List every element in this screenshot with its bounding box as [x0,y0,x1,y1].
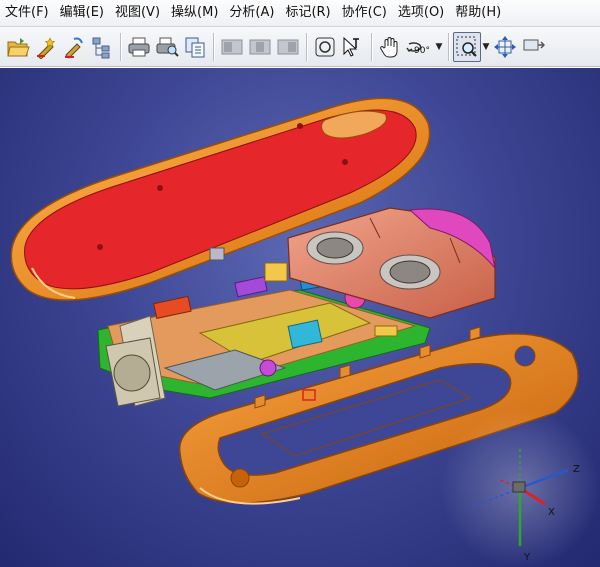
tree-icon [92,37,110,58]
tree-button[interactable] [88,32,116,62]
copy-button[interactable] [181,32,209,62]
zoom-dropdown-arrow-icon[interactable]: ▼ [481,32,491,62]
open-folder-button[interactable] [4,32,32,62]
view-center-button[interactable] [246,32,274,62]
pen-star-icon [37,36,56,59]
menu-analysis[interactable]: 分析(A) [224,0,280,26]
exploded-device-model[interactable]: Z X Y [0,68,600,567]
orientation-triad: Z X Y [440,408,600,567]
pan-button[interactable] [376,32,404,62]
view-left-icon [221,39,243,54]
printer-preview-icon [156,37,179,57]
zoom-window-button[interactable] [453,31,481,62]
menu-view[interactable]: 视图(V) [110,0,166,26]
menu-collaborate[interactable]: 协作(C) [337,0,393,26]
fit-view-icon [315,37,335,56]
menu-help[interactable]: 帮助(H) [450,0,507,26]
markup-pen-button[interactable] [32,32,60,62]
markup-measure-button[interactable] [60,32,88,62]
view-right-icon [277,39,299,54]
axis-z-label: Z [573,464,580,475]
cursor-select-icon [343,36,359,57]
menu-file[interactable]: 文件(F) [0,0,55,26]
fit-view-button[interactable] [311,32,339,62]
toolbar-separator [120,32,121,61]
explode-icon [523,39,545,50]
menu-edit[interactable]: 编辑(E) [55,0,110,26]
view-left-button[interactable] [218,32,246,62]
rotate-angle-label: 90° [414,46,430,56]
toolbar-separator [371,32,372,61]
menu-manipulate[interactable]: 操纵(M) [166,0,224,26]
toolbar-separator [306,32,307,61]
axis-x-label: X [548,507,555,518]
copy-icon [185,37,205,57]
menu-markup[interactable]: 标记(R) [280,0,336,26]
rotate-dropdown-arrow-icon[interactable]: ▼ [434,32,444,62]
print-preview-button[interactable] [153,32,181,62]
zoom-window-icon [456,36,477,57]
pen-curve-icon [65,37,83,59]
select-button[interactable] [339,32,367,62]
toolbar-separator [213,32,214,61]
view-right-button[interactable] [274,32,302,62]
toolbar-separator [448,32,449,61]
menu-bar: 文件(F) 编辑(E) 视图(V) 操纵(M) 分析(A) 标记(R) 协作(C… [0,0,600,27]
move-arrows-icon [494,35,516,58]
view-center-icon [249,39,271,54]
printer-icon [128,37,150,56]
print-button[interactable] [125,32,153,62]
toolbar: 90° ▼ ▼ [0,27,600,67]
3d-viewport[interactable]: Z X Y [0,68,600,567]
move-button[interactable] [491,32,519,62]
hand-icon [380,36,398,57]
rotate-icon: 90° [406,41,430,56]
open-folder-icon [7,37,30,56]
rotate-90-button[interactable]: 90° [404,32,434,62]
explode-button[interactable] [519,32,547,62]
menu-options[interactable]: 选项(O) [393,0,450,26]
axis-y-label: Y [523,552,531,563]
